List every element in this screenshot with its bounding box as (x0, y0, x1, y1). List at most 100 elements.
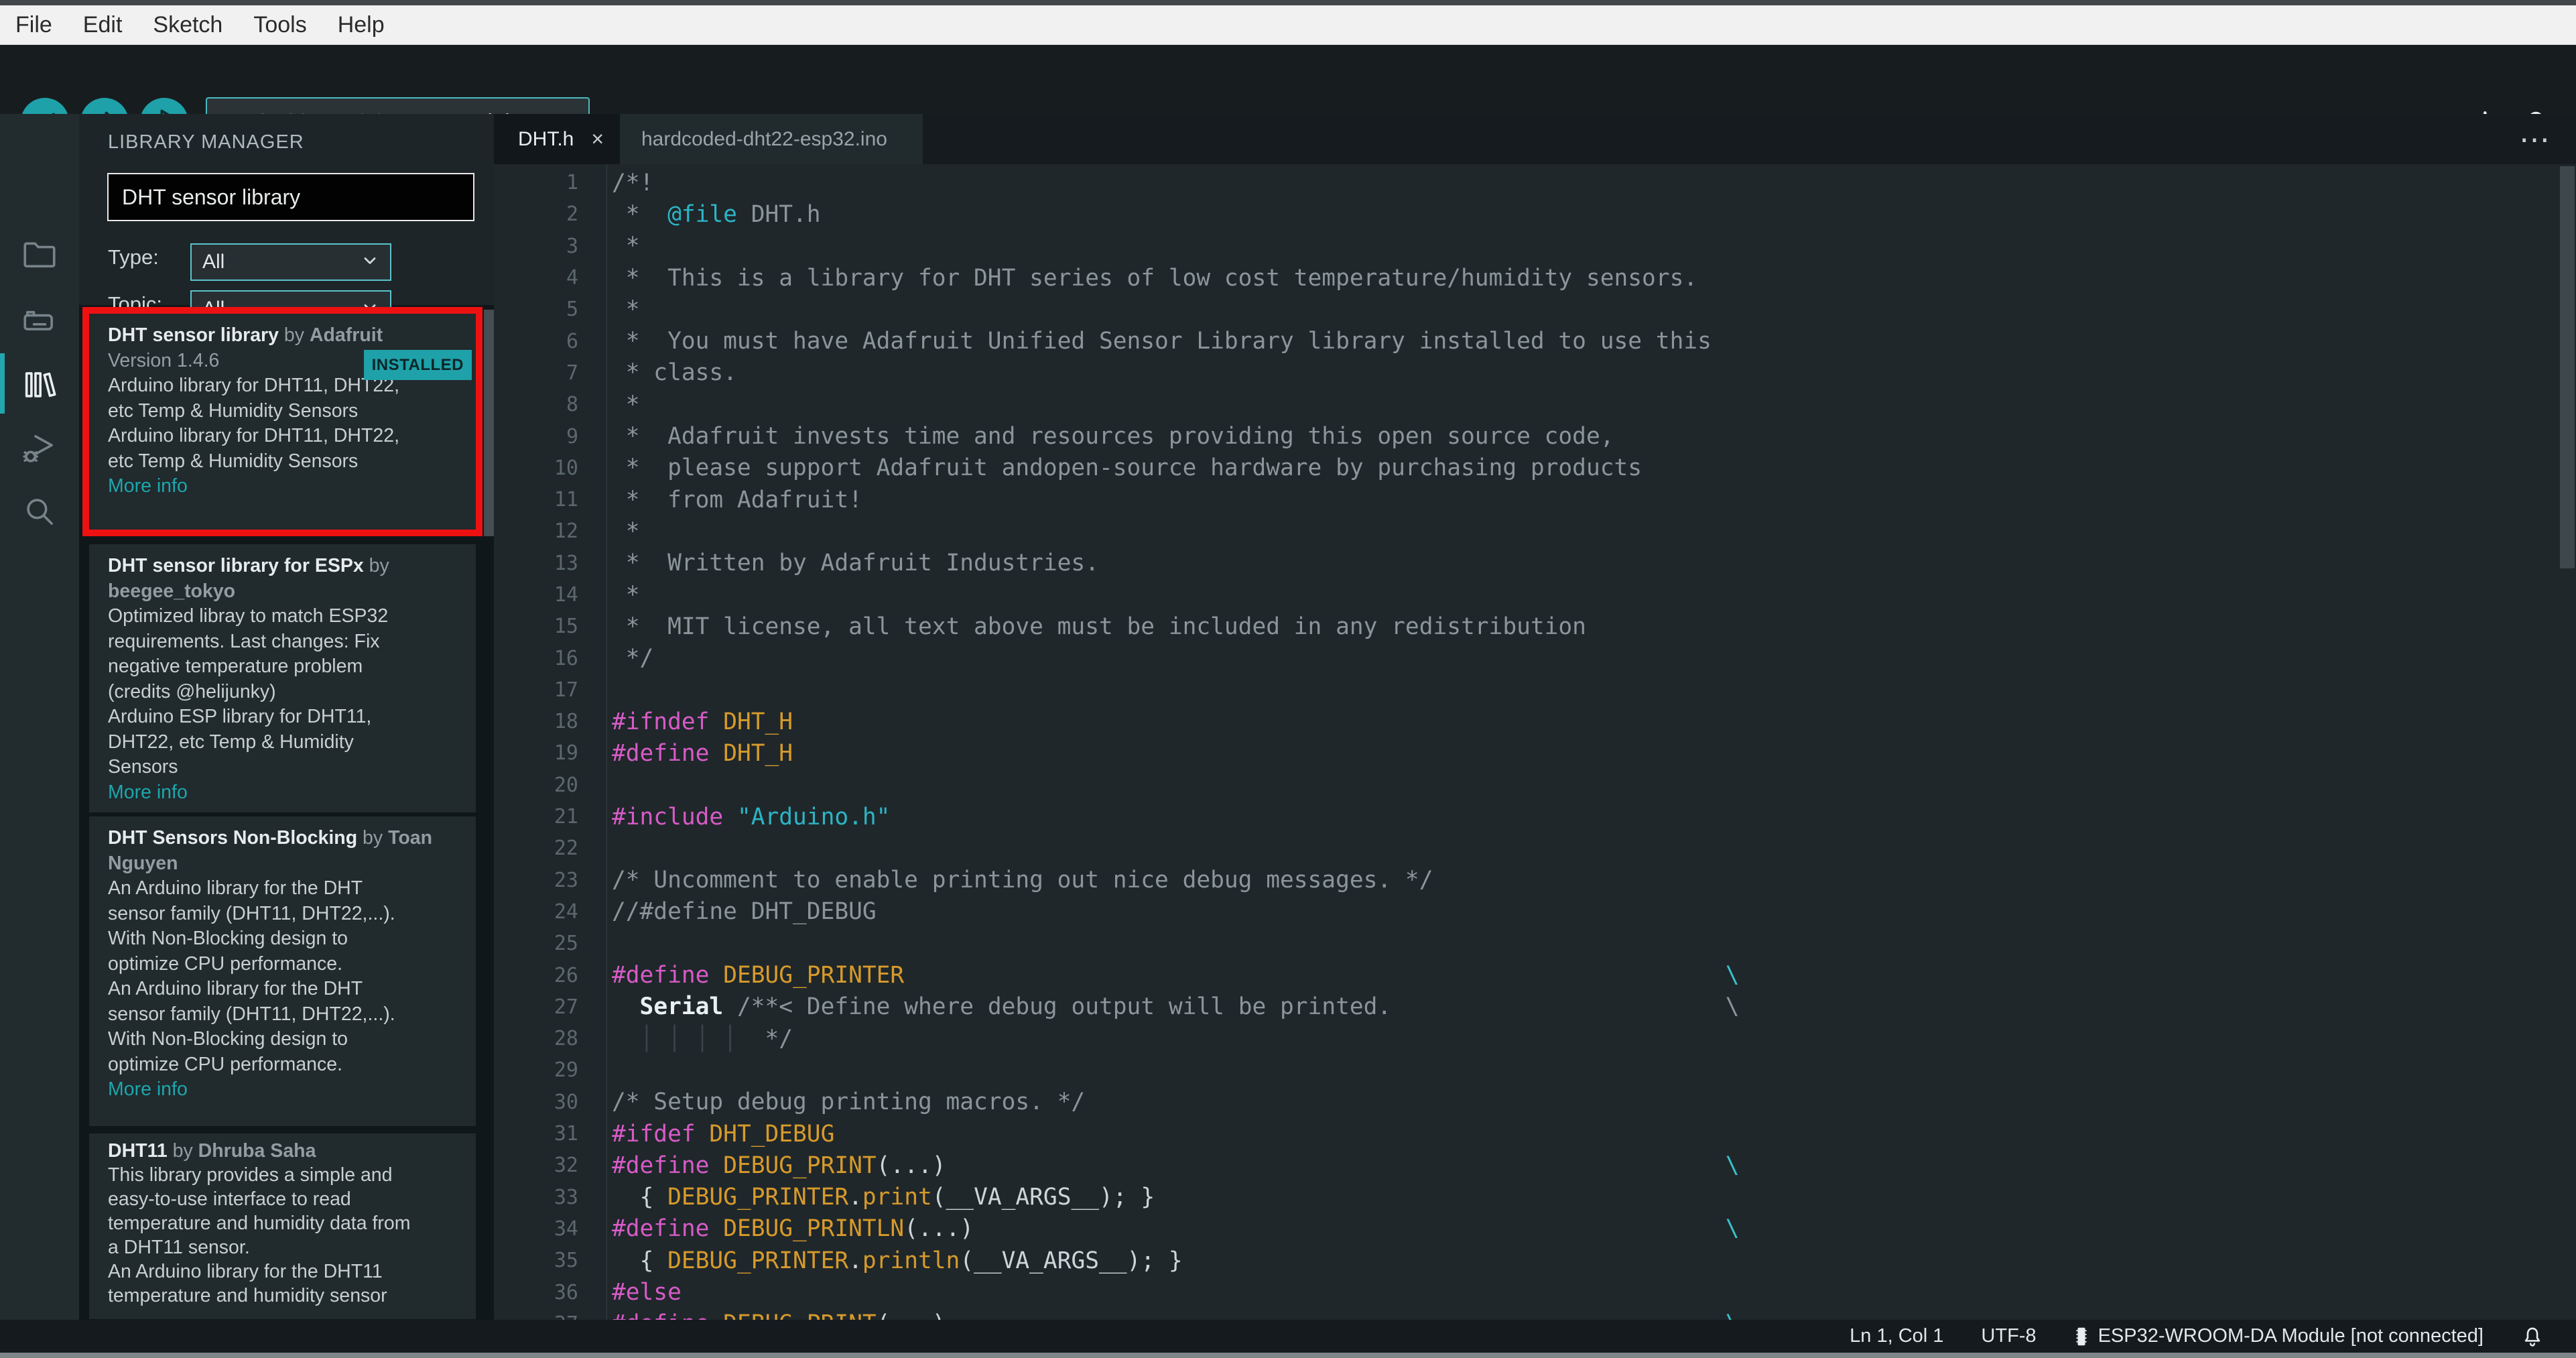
code-text: * Adafruit invests time and resources pr… (612, 423, 1614, 450)
line-number: 7 (566, 361, 578, 385)
tab-dht-h[interactable]: DHT.h × (494, 114, 620, 164)
sidebar-item-library-manager[interactable] (0, 364, 79, 408)
sidebar-item-boards-manager[interactable] (0, 300, 79, 345)
code-text: #ifdef DHT_DEBUG (612, 1120, 835, 1148)
code-text: #define DEBUG_PRINTER \ (612, 962, 1740, 989)
code-line: 16 */ (494, 642, 2576, 674)
line-number: 5 (566, 298, 578, 322)
menu-item-file[interactable]: File (15, 12, 52, 38)
code-line: 9 * Adafruit invests time and resources … (494, 420, 2576, 452)
code-line: 35 { DEBUG_PRINTER.println(__VA_ARGS__);… (494, 1245, 2576, 1276)
line-number: 15 (554, 615, 578, 639)
library-search-input[interactable] (107, 173, 474, 221)
library-author: beegee_tokyo (108, 580, 236, 602)
code-text: * from Adafruit! (612, 486, 862, 513)
library-description-line: requirements. Last changes: Fix (108, 630, 380, 652)
library-entry-dht-sensors-non-blocking[interactable]: DHT Sensors Non-Blocking by Toan Nguyen … (89, 816, 476, 1126)
library-description-line: optimize CPU performance. (108, 1053, 343, 1075)
line-number: 23 (554, 868, 578, 892)
code-text: /*! (612, 169, 654, 196)
code-text: * please support Adafruit andopen-source… (612, 454, 1643, 482)
encoding-indicator[interactable]: UTF-8 (1981, 1325, 2036, 1347)
code-text: * (612, 517, 640, 545)
menu-item-sketch[interactable]: Sketch (153, 12, 222, 38)
line-number: 26 (554, 963, 578, 987)
code-text: { DEBUG_PRINTER.println(__VA_ARGS__); } (612, 1247, 1183, 1274)
code-text: * (612, 581, 640, 609)
code-line: 21 #include "Arduino.h" (494, 801, 2576, 832)
code-text: */ (612, 645, 654, 672)
code-text: * (612, 296, 640, 323)
line-number: 6 (566, 329, 578, 353)
library-description-line: An Arduino library for the DHT (108, 877, 363, 899)
library-entry-dht-sensor-library-espx[interactable]: DHT sensor library for ESPx by beegee_to… (89, 544, 476, 812)
line-number: 37 (494, 1312, 606, 1320)
code-line: 37#define DEBUG_PRINT(...) \ (494, 1308, 2576, 1320)
line-number: 29 (554, 1058, 578, 1083)
type-select[interactable]: All (190, 243, 391, 281)
line-number: 33 (554, 1185, 578, 1209)
code-text: #include "Arduino.h" (612, 803, 891, 830)
line-number: 17 (554, 678, 578, 702)
line-number: 32 (554, 1154, 578, 1178)
notifications-button[interactable] (2521, 1325, 2544, 1348)
code-line: 29 (494, 1054, 2576, 1086)
code-line: 2 * @file DHT.h (494, 198, 2576, 230)
more-info-link[interactable]: More info (108, 474, 457, 499)
active-sidebar-indicator (0, 353, 5, 414)
code-line: 32 #define DEBUG_PRINT(...) \ (494, 1150, 2576, 1181)
library-title: DHT11 by Dhruba Saha (108, 1139, 457, 1163)
board-status[interactable]: ESP32-WROOM-DA Module [not connected] (2074, 1325, 2484, 1348)
library-title: DHT Sensors Non-Blocking by Toan Nguyen (108, 826, 457, 876)
chip-board-icon (20, 302, 59, 344)
more-actions-icon[interactable]: ⋯ (2519, 114, 2552, 164)
menu-item-tools[interactable]: Tools (253, 12, 306, 38)
library-description-line: Arduino library for DHT11, DHT22, (108, 425, 400, 446)
tab-hardcoded-dht22-esp32-ino[interactable]: hardcoded-dht22-esp32.ino (620, 114, 923, 164)
toolbar: ESP32-WROOM-DA Module (0, 45, 2576, 147)
line-number: 27 (554, 995, 578, 1019)
chip-icon (2074, 1325, 2089, 1348)
library-description-line: sensor family (DHT11, DHT22,...). (108, 1003, 395, 1025)
library-entry-dht11[interactable]: DHT11 by Dhruba Saha This library provid… (89, 1133, 476, 1319)
close-icon[interactable]: × (591, 127, 604, 151)
code-line: 7 * class. (494, 357, 2576, 389)
library-description-line: sensor family (DHT11, DHT22,...). (108, 902, 395, 924)
library-entry-dht-sensor-library[interactable]: DHT sensor library by Adafruit Version 1… (89, 314, 476, 530)
sidebar-item-debug[interactable] (0, 428, 79, 472)
more-info-link[interactable]: More info (108, 780, 457, 806)
type-filter-label: Type: (108, 245, 159, 269)
code-text: #define DEBUG_PRINT(...) \ (606, 1310, 1739, 1320)
more-info-link[interactable]: More info (108, 1077, 457, 1103)
library-description-line: a DHT11 sensor. (108, 1237, 250, 1258)
library-description-line: etc Temp & Humidity Sensors (108, 450, 359, 472)
editor-scrollbar-thumb[interactable] (2560, 166, 2575, 568)
code-line: 36 #else (494, 1276, 2576, 1308)
editor-tabbar: DHT.h × hardcoded-dht22-esp32.ino ⋯ (494, 114, 2576, 164)
library-name: DHT sensor library (108, 324, 279, 346)
sidebar-item-search[interactable] (0, 491, 79, 535)
line-number: 1 (566, 171, 578, 195)
cursor-position[interactable]: Ln 1, Col 1 (1850, 1325, 1943, 1347)
line-number: 34 (554, 1217, 578, 1241)
sidebar-item-sketchbook[interactable] (0, 233, 79, 277)
code-line: 26 #define DEBUG_PRINTER \ (494, 959, 2576, 991)
code-editor[interactable]: 1/*! 2 * @file DHT.h 3 * 4 * This is a libr… (494, 164, 2576, 1320)
code-line: 25 (494, 928, 2576, 959)
code-line: 1 /*! (494, 167, 2576, 198)
library-description: Optimized libray to match ESP32 requireme… (108, 604, 457, 780)
code-line: 8 * (494, 389, 2576, 420)
status-bar: Ln 1, Col 1 UTF-8 ESP32-WROOM-DA Module … (0, 1320, 2576, 1353)
library-description-line: DHT22, etc Temp & Humidity (108, 731, 354, 753)
panel-scrollbar-thumb[interactable] (484, 310, 494, 536)
library-title: DHT sensor library by Adafruit (108, 323, 457, 349)
library-description-line: optimize CPU performance. (108, 952, 343, 975)
menu-item-edit[interactable]: Edit (83, 12, 123, 38)
line-number: 9 (566, 424, 578, 448)
line-number: 20 (554, 773, 578, 797)
menu-item-help[interactable]: Help (338, 12, 385, 38)
line-number: 19 (554, 741, 578, 765)
code-line: 6 * You must have Adafruit Unified Senso… (494, 325, 2576, 357)
code-line: 5 * (494, 294, 2576, 325)
library-description-line: negative temperature problem (108, 656, 363, 677)
